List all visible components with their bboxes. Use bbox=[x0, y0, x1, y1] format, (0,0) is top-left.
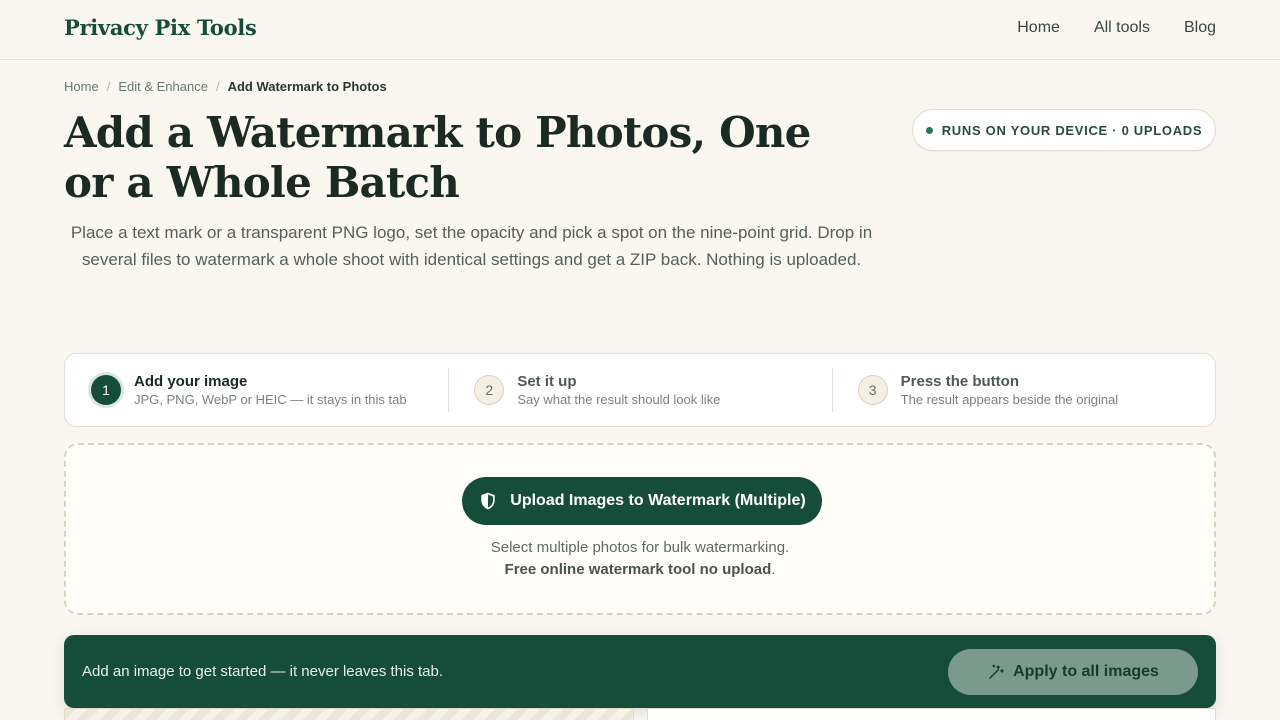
result-preview-panel bbox=[647, 708, 1216, 720]
apply-button-label: Apply to all images bbox=[1013, 662, 1159, 680]
breadcrumb-separator: / bbox=[215, 79, 220, 94]
upload-dropzone[interactable]: Upload Images to Watermark (Multiple) Se… bbox=[64, 443, 1216, 615]
privacy-badge: RUNS ON YOUR DEVICE · 0 UPLOADS bbox=[912, 109, 1216, 151]
magic-wand-icon bbox=[989, 664, 1004, 679]
step-subtitle: JPG, PNG, WebP or HEIC — it stays in thi… bbox=[134, 392, 407, 407]
page-title: Add a Watermark to Photos, One or a Whol… bbox=[64, 108, 811, 207]
original-preview-panel bbox=[64, 708, 634, 720]
top-navbar: Privacy Pix Tools Home All tools Blog bbox=[0, 0, 1280, 60]
step-title: Add your image bbox=[134, 373, 248, 390]
nav-blog-link[interactable]: Blog bbox=[1184, 19, 1216, 37]
upload-hint-bold: Free online watermark tool no upload bbox=[504, 561, 772, 578]
upload-hint: Select multiple photos for bulk watermar… bbox=[66, 537, 1214, 581]
apply-to-all-button[interactable]: Apply to all images bbox=[948, 648, 1198, 695]
breadcrumb: Home / Edit & Enhance / Add Watermark to… bbox=[64, 79, 387, 94]
nav-all-tools-link[interactable]: All tools bbox=[1094, 19, 1150, 37]
step-title: Press the button bbox=[900, 373, 1020, 390]
step-number: 2 bbox=[474, 375, 505, 405]
status-dot-icon bbox=[925, 126, 933, 134]
step-2: 2 Set it up Say what the result should l… bbox=[448, 354, 831, 426]
breadcrumb-edit-enhance[interactable]: Edit & Enhance bbox=[118, 79, 208, 94]
site-logo[interactable]: Privacy Pix Tools bbox=[64, 15, 257, 40]
step-number: 1 bbox=[91, 375, 121, 405]
privacy-badge-label: RUNS ON YOUR DEVICE · 0 UPLOADS bbox=[941, 122, 1203, 138]
breadcrumb-separator: / bbox=[106, 79, 111, 94]
step-subtitle: Say what the result should look like bbox=[517, 392, 721, 407]
steps-indicator: 1 Add your image JPG, PNG, WebP or HEIC … bbox=[64, 353, 1216, 427]
step-3: 3 Press the button The result appears be… bbox=[831, 354, 1215, 426]
step-1: 1 Add your image JPG, PNG, WebP or HEIC … bbox=[65, 354, 448, 426]
step-number: 3 bbox=[857, 375, 888, 405]
upload-hint-text: Select multiple photos for bulk watermar… bbox=[490, 539, 790, 556]
step-title: Set it up bbox=[517, 373, 577, 390]
shield-icon bbox=[481, 492, 495, 510]
upload-hint-end: . bbox=[771, 561, 776, 578]
nav-home-link[interactable]: Home bbox=[1017, 19, 1060, 37]
breadcrumb-current: Add Watermark to Photos bbox=[227, 79, 387, 94]
page-description: Place a text mark or a transparent PNG l… bbox=[70, 223, 873, 269]
upload-images-button[interactable]: Upload Images to Watermark (Multiple) bbox=[462, 477, 822, 525]
main-nav: Home All tools Blog bbox=[1017, 19, 1216, 37]
breadcrumb-home[interactable]: Home bbox=[64, 79, 99, 94]
upload-button-label: Upload Images to Watermark (Multiple) bbox=[510, 492, 806, 509]
action-bar-message: Add an image to get started — it never l… bbox=[82, 663, 444, 680]
action-bar: Add an image to get started — it never l… bbox=[64, 635, 1216, 708]
step-subtitle: The result appears beside the original bbox=[900, 392, 1119, 407]
